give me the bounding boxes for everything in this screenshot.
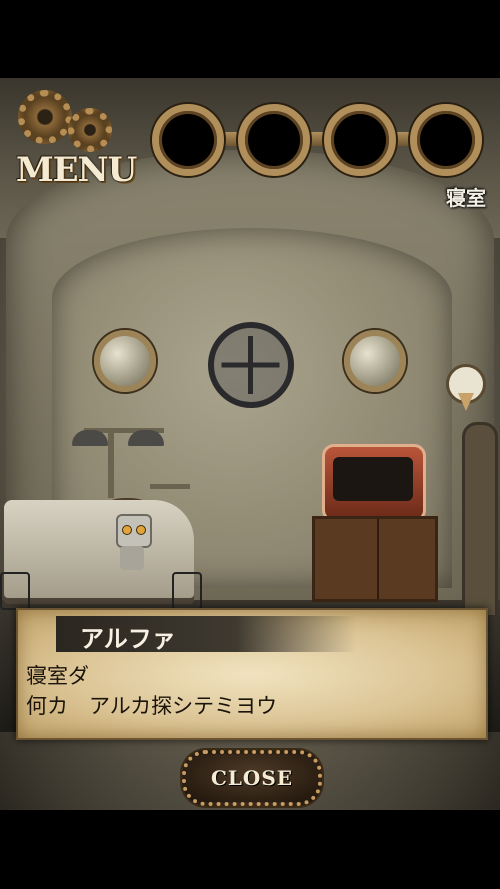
left-stool[interactable] (0, 572, 30, 610)
wall-pipe (150, 484, 190, 489)
right-porthole-window[interactable] (344, 330, 406, 392)
wooden-cabinet[interactable] (312, 516, 438, 602)
gear-icon (68, 108, 112, 152)
left-lamp[interactable] (72, 430, 108, 446)
room-name-label: 寝室 (446, 186, 486, 210)
glass-display-case[interactable] (322, 444, 426, 522)
close-button[interactable]: CLOSE (182, 750, 322, 806)
speaker-name-plate: アルファ (56, 616, 356, 653)
robot-head (116, 514, 152, 548)
left-porthole-window[interactable] (94, 330, 156, 392)
menu-button[interactable]: MENU (14, 90, 137, 190)
item-slot-3[interactable] (324, 104, 396, 176)
item-slot-bar (152, 104, 486, 176)
dialog-line-2: 何カ アルカ探シテミヨウ (26, 694, 278, 718)
dialog-box[interactable]: アルファ 寝室ダ 何カ アルカ探シテミヨウ (16, 608, 488, 740)
bedside-stool[interactable] (172, 572, 202, 610)
wall-clock[interactable] (208, 322, 294, 408)
gear-icon (18, 90, 72, 144)
item-slot-1[interactable] (152, 104, 224, 176)
lamp-pipe (108, 428, 114, 498)
item-slot-4[interactable] (410, 104, 482, 176)
menu-label: MENU (16, 150, 137, 190)
item-slot-2[interactable] (238, 104, 310, 176)
robot-body (120, 546, 144, 570)
bedroom-door[interactable] (462, 422, 498, 618)
top-letterbox (0, 0, 500, 78)
robot-left-eye (122, 525, 132, 535)
robot-alpha (112, 514, 152, 572)
speaker-name: アルファ (80, 625, 176, 653)
close-button-label: CLOSE (210, 766, 294, 790)
right-lamp[interactable] (128, 430, 164, 446)
robot-right-eye (136, 525, 146, 535)
dialog-line-1: 寝室ダ (26, 664, 89, 688)
map-pin-icon[interactable] (446, 364, 486, 411)
bottom-letterbox (0, 810, 500, 889)
bed[interactable] (4, 500, 194, 598)
